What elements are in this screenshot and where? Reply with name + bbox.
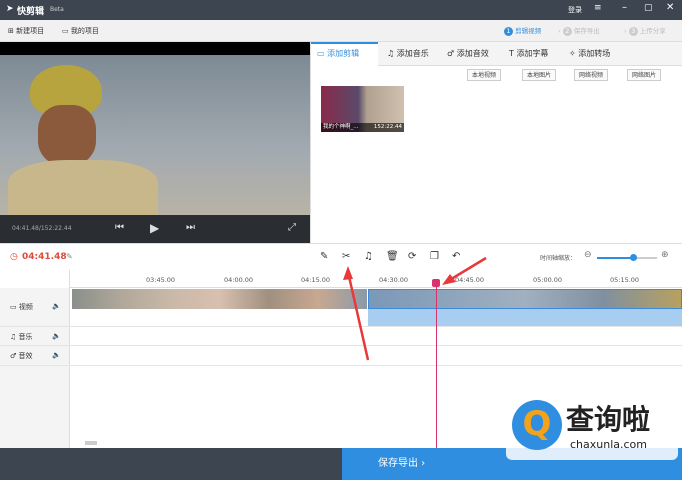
watermark-logo-icon: Q	[512, 400, 562, 450]
arrow-to-playhead	[447, 256, 487, 283]
watermark: Q 查询啦 chaxunla.com	[506, 394, 678, 460]
arrow-to-scissors	[346, 271, 370, 361]
